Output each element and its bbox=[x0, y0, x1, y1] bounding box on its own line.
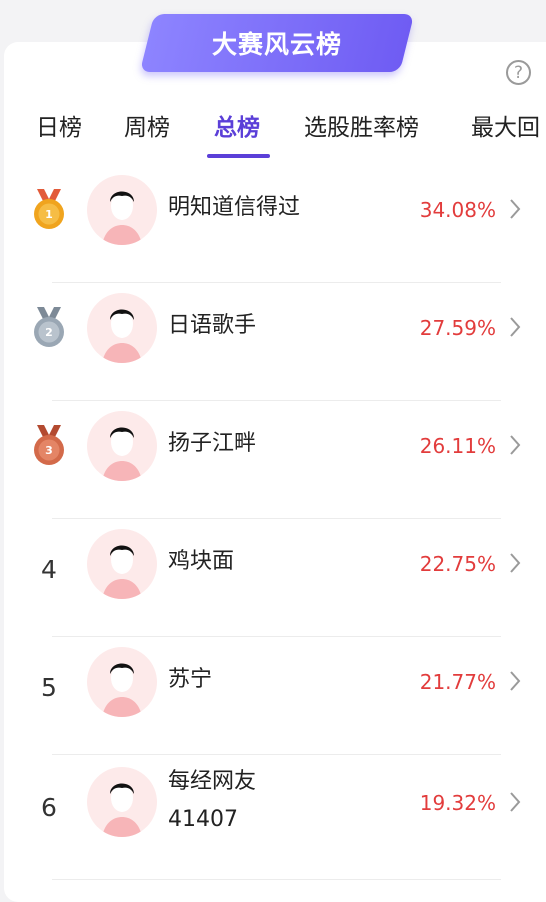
avatar[interactable] bbox=[87, 293, 157, 363]
return-percent: 22.75% bbox=[419, 552, 496, 576]
rank-number: 6 bbox=[41, 793, 57, 822]
avatar[interactable] bbox=[87, 767, 157, 837]
list-item[interactable]: 1 明知道信得过 34.08% bbox=[0, 165, 546, 283]
leaderboard-list: 1 明知道信得过 34.08% 2 日语歌手 27.59% 3 扬子江畔 26.… bbox=[0, 165, 546, 880]
banner-title: 大赛风云榜 bbox=[211, 30, 342, 59]
active-tab-indicator bbox=[207, 154, 270, 158]
silver-medal-icon: 2 bbox=[34, 307, 64, 347]
user-name: 日语歌手 bbox=[168, 313, 257, 338]
return-percent: 34.08% bbox=[419, 198, 496, 222]
chevron-right-icon[interactable] bbox=[508, 670, 522, 692]
user-name: 苏宁 bbox=[168, 667, 213, 692]
list-item[interactable]: 3 扬子江畔 26.11% bbox=[0, 401, 546, 519]
chevron-right-icon[interactable] bbox=[508, 316, 522, 338]
user-name: 扬子江畔 bbox=[168, 431, 257, 456]
leaderboard-banner: 大赛风云榜 bbox=[139, 14, 415, 72]
return-percent: 19.32% bbox=[419, 791, 496, 815]
list-item[interactable]: 4 鸡块面 22.75% bbox=[0, 519, 546, 637]
divider bbox=[52, 879, 501, 880]
avatar[interactable] bbox=[87, 529, 157, 599]
chevron-right-icon[interactable] bbox=[508, 791, 522, 813]
tab-weekly[interactable]: 周榜 bbox=[124, 108, 170, 142]
tab-overall[interactable]: 总榜 bbox=[214, 108, 260, 142]
help-icon[interactable]: ? bbox=[506, 60, 531, 85]
avatar[interactable] bbox=[87, 175, 157, 245]
user-name: 鸡块面 bbox=[168, 549, 235, 574]
medal-rank: 2 bbox=[45, 326, 53, 339]
tab-daily[interactable]: 日榜 bbox=[36, 108, 82, 142]
medal-rank: 3 bbox=[45, 444, 53, 457]
avatar[interactable] bbox=[87, 647, 157, 717]
avatar[interactable] bbox=[87, 411, 157, 481]
rank-number: 4 bbox=[41, 555, 57, 584]
list-item[interactable]: 5 苏宁 21.77% bbox=[0, 637, 546, 755]
tab-stock-win-rate[interactable]: 选股胜率榜 bbox=[304, 108, 419, 142]
list-item[interactable]: 2 日语歌手 27.59% bbox=[0, 283, 546, 401]
tab-max-drawdown[interactable]: 最大回 bbox=[471, 108, 540, 142]
chevron-right-icon[interactable] bbox=[508, 198, 522, 220]
bronze-medal-icon: 3 bbox=[34, 425, 64, 465]
chevron-right-icon[interactable] bbox=[508, 552, 522, 574]
return-percent: 21.77% bbox=[419, 670, 496, 694]
chevron-right-icon[interactable] bbox=[508, 434, 522, 456]
user-name: 明知道信得过 bbox=[168, 195, 301, 220]
list-item[interactable]: 6 每经网友 41407 19.32% bbox=[0, 755, 546, 880]
rank-number: 5 bbox=[41, 673, 57, 702]
return-percent: 26.11% bbox=[419, 434, 496, 458]
tab-bar: 日榜 周榜 总榜 选股胜率榜 最大回 bbox=[0, 108, 546, 164]
medal-rank: 1 bbox=[45, 208, 53, 221]
gold-medal-icon: 1 bbox=[34, 189, 64, 229]
user-name-suffix: 41407 bbox=[168, 807, 238, 832]
return-percent: 27.59% bbox=[419, 316, 496, 340]
user-name: 每经网友 bbox=[168, 769, 257, 794]
